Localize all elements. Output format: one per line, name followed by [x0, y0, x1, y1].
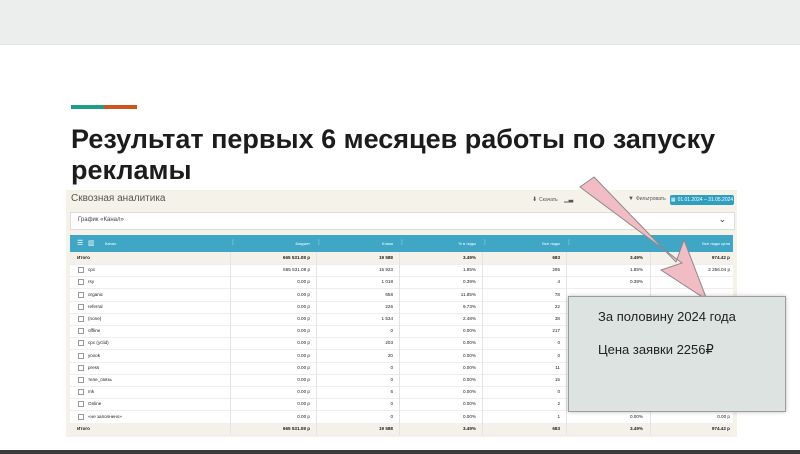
callout-box: За половину 2024 года Цена заявки 2256₽: [568, 296, 786, 412]
pointer-arrow-shape: [579, 176, 709, 302]
bottom-border: [0, 450, 800, 454]
callout-lead-price: Цена заявки 2256₽: [598, 342, 714, 357]
callout-period: За половину 2024 года: [598, 309, 736, 324]
